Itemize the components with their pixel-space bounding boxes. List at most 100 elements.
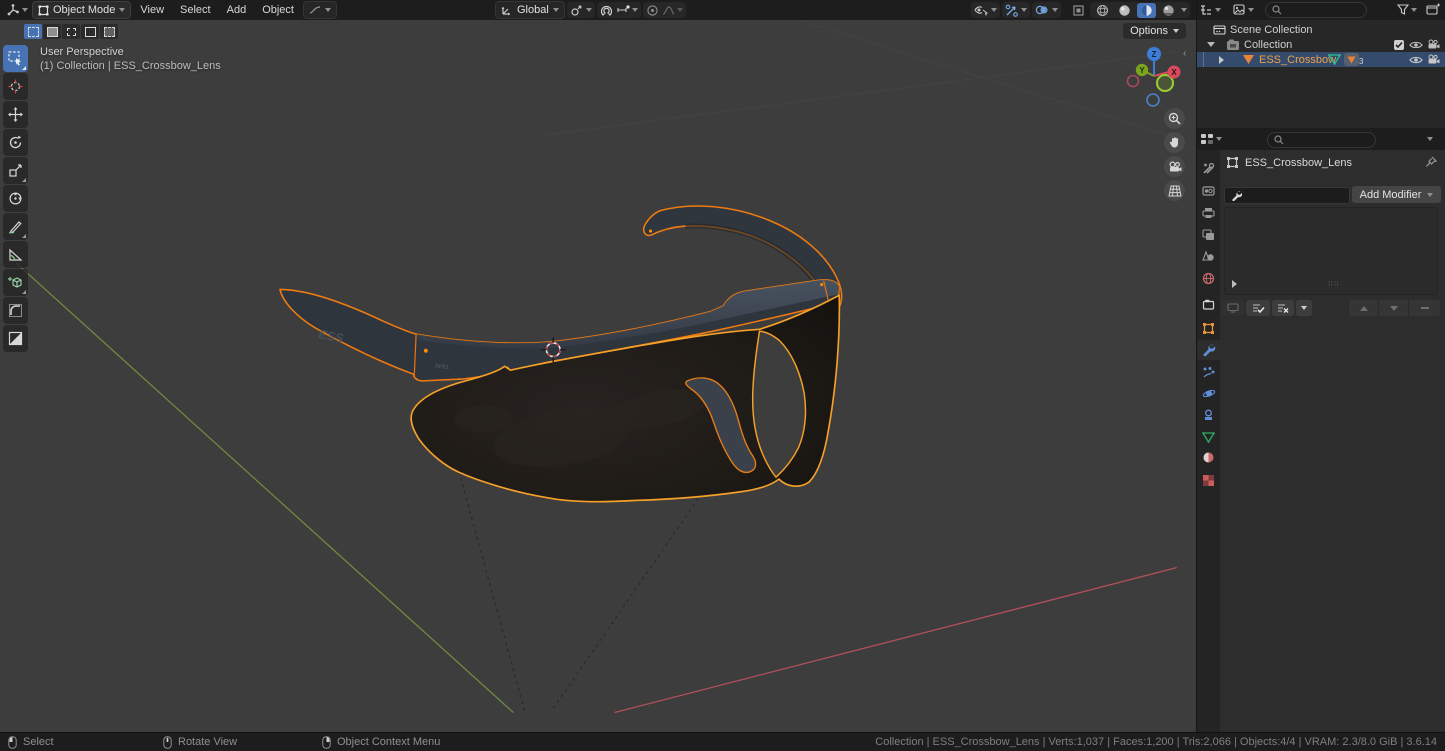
navigation-gizmo[interactable]: Z Y X [1118,42,1192,116]
tab-tool[interactable] [1197,158,1220,178]
shading-material-button[interactable] [1137,3,1156,18]
collection-expand-arrow[interactable] [1207,42,1215,47]
object-hide-eye-icon[interactable] [1409,55,1423,65]
modifier-search[interactable] [1224,187,1350,204]
menu-select[interactable]: Select [173,0,218,20]
outliner-search[interactable] [1265,2,1367,18]
tool-move[interactable] [3,101,28,128]
model-ess-crossbow[interactable]: ESS APEL [280,206,842,502]
menu-view[interactable]: View [133,0,171,20]
tab-particles[interactable] [1197,362,1220,382]
menu-object[interactable]: Object [255,0,301,20]
tab-object-data[interactable] [1197,427,1220,447]
move-modifier-down-button[interactable] [1379,300,1409,316]
orthographic-toggle-button[interactable] [1164,180,1185,201]
viewport-canvas[interactable]: ESS APEL [0,20,1196,732]
tab-world[interactable] [1197,268,1220,288]
options-button[interactable]: Options [1123,23,1186,39]
pivot-point-dropdown[interactable] [567,2,595,18]
select-mode-intersect[interactable] [100,24,118,39]
menu-add[interactable]: Add [220,0,254,20]
apply-all-modifiers-button[interactable] [1246,300,1270,316]
visibility-dropdown[interactable] [971,2,1000,18]
select-mode-invert[interactable] [81,24,99,39]
transform-orientation-dropdown[interactable]: Global [495,1,565,19]
stack-expand-arrow[interactable] [1232,280,1237,288]
editor-type-button[interactable] [4,3,30,17]
snap-toggle-button[interactable] [600,4,613,17]
zoom-button[interactable] [1164,108,1185,129]
tool-annotate[interactable] [3,213,28,240]
tool-extra-corner[interactable] [3,297,28,324]
outliner-filter-dropdown[interactable] [1397,4,1417,15]
tab-physics[interactable] [1197,383,1220,403]
tab-output[interactable] [1197,203,1220,223]
collection-render-camera-icon[interactable] [1427,39,1440,50]
remove-modifier-button[interactable] [1409,300,1440,316]
toggle-visibility-all-button[interactable] [1222,300,1244,316]
collection-hide-eye-icon[interactable] [1409,40,1423,50]
gizmo-axis-neg-x[interactable] [1128,76,1139,87]
proportional-falloff-dropdown[interactable] [662,5,683,16]
new-collection-button[interactable] [1426,3,1440,16]
outliner-row-collection[interactable]: Collection [1197,37,1445,52]
proportional-edit-toggle[interactable] [646,4,659,17]
tab-render[interactable] [1197,181,1220,201]
tab-scene[interactable] [1197,246,1220,266]
tool-settings-dropdown[interactable] [303,1,337,19]
properties-editor-type-button[interactable] [1200,133,1222,145]
properties-search[interactable] [1267,132,1376,148]
tab-view-layer[interactable] [1197,225,1220,245]
tab-texture[interactable] [1197,470,1220,490]
pin-icon[interactable] [1425,156,1437,168]
snap-target-dropdown[interactable] [616,4,638,16]
outliner-display-mode-dropdown[interactable] [1233,4,1254,16]
gizmo-axis-x[interactable]: X [1168,66,1181,79]
stack-drag-handle[interactable]: ∷∷ [1328,279,1340,288]
tool-extra-fill[interactable] [3,325,28,352]
camera-view-button[interactable] [1164,156,1185,177]
add-modifier-button[interactable]: Add Modifier [1352,186,1441,203]
outliner-editor-type-button[interactable] [1200,4,1221,16]
remove-all-modifiers-button[interactable] [1272,300,1294,316]
tab-collection[interactable] [1197,295,1220,315]
gizmos-dropdown[interactable] [1002,2,1030,18]
shading-options-dropdown[interactable] [1181,8,1187,12]
tool-rotate[interactable] [3,129,28,156]
breadcrumb-object-name: ESS_Crossbow_Lens [1245,157,1352,169]
tab-constraints[interactable] [1197,405,1220,425]
tool-transform[interactable] [3,185,28,212]
select-mode-extend[interactable] [43,24,61,39]
pan-button[interactable] [1164,132,1185,153]
tool-select-box[interactable] [3,45,28,72]
properties-options-dropdown[interactable] [1427,137,1433,141]
xray-toggle[interactable] [1069,2,1088,18]
shading-wireframe-button[interactable] [1093,3,1112,18]
move-modifier-up-button[interactable] [1349,300,1379,316]
outliner-row-scene-collection[interactable]: Scene Collection [1197,22,1445,37]
tool-cursor[interactable] [3,73,28,100]
object-expand-arrow[interactable] [1219,56,1224,64]
select-mode-subtract[interactable] [62,24,80,39]
tab-material[interactable] [1197,447,1220,467]
3d-scene[interactable]: ESS APEL [0,20,1196,732]
tab-object[interactable] [1197,318,1220,338]
tool-scale[interactable] [3,157,28,184]
outliner-row-ess-crossbow[interactable]: ESS_Crossbow 3 [1197,52,1445,67]
tool-measure[interactable] [3,241,28,268]
mesh-object-icon [1242,54,1255,65]
gizmo-axis-z[interactable]: Z [1147,47,1161,61]
tab-modifiers[interactable] [1197,340,1220,360]
overlays-dropdown[interactable] [1032,2,1061,18]
gizmo-axis-y[interactable]: Y [1136,64,1148,76]
gizmo-axis-neg-z[interactable] [1147,94,1159,106]
select-mode-set[interactable] [24,24,42,39]
object-render-camera-icon[interactable] [1427,54,1440,65]
collection-checkbox[interactable] [1394,40,1404,50]
mode-dropdown[interactable]: Object Mode [32,1,131,19]
shading-solid-button[interactable] [1115,3,1134,18]
tool-add-cube[interactable] [3,269,28,296]
shading-rendered-button[interactable] [1159,3,1178,18]
stack-extras-dropdown[interactable] [1296,300,1312,316]
falloff-curve-icon [309,5,321,15]
